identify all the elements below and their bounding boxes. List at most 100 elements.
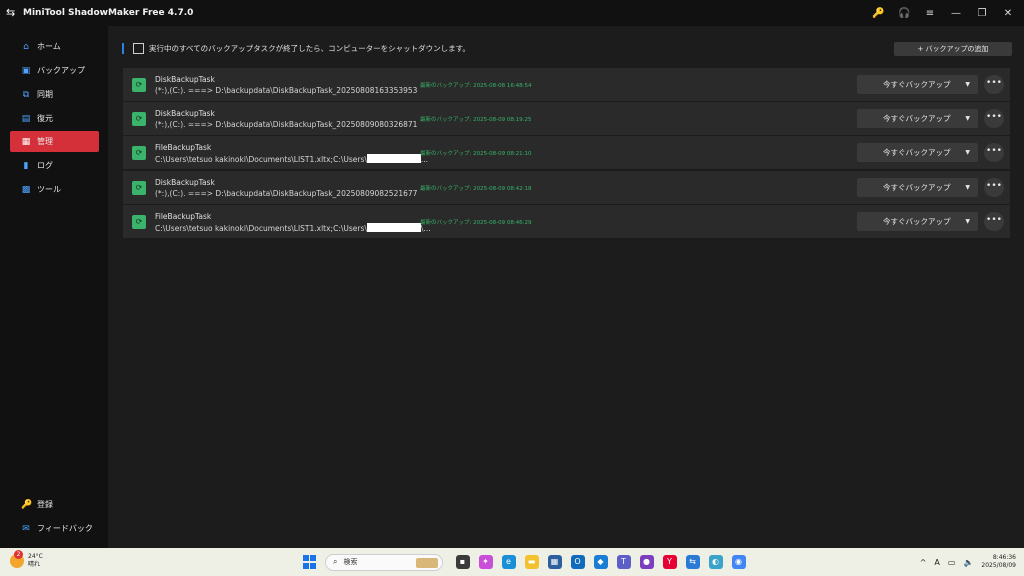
sync-icon: ⧉ [22,89,30,100]
store-icon[interactable]: ▦ [547,555,562,569]
more-options-button[interactable]: ••• [984,143,1004,163]
sidebar-item-register[interactable]: 🔑 登録 [10,494,99,515]
volume-icon[interactable]: 🔈 [963,558,973,567]
file-explorer-icon[interactable]: ▬ [524,555,539,569]
dropdown-arrow-icon[interactable]: ▼ [965,178,970,197]
backup-icon: ▣ [21,65,31,76]
backup-now-label: 今すぐバックアップ [883,114,951,124]
more-options-button[interactable]: ••• [984,177,1004,197]
sidebar-item-sync[interactable]: ⧉ 同期 [10,84,99,105]
start-button-icon[interactable] [303,555,317,569]
weather-text: 24°C 晴れ [28,553,43,569]
clock[interactable]: 8:46:36 2025/08/09 [981,554,1016,570]
backup-now-button[interactable]: 今すぐバックアップ ▼ [857,177,978,197]
people-icon[interactable]: ● [639,555,654,569]
task-row[interactable]: ⟳ DiskBackupTask (*:),(C:). ===> D:\back… [123,170,1010,204]
task-name: DiskBackupTask [155,109,215,119]
sidebar-item-feedback[interactable]: ✉ フィードバック [10,518,99,539]
backup-now-label: 今すぐバックアップ [883,80,951,89]
chrome-icon[interactable]: ◉ [731,555,746,569]
clock-date: 2025/08/09 [981,562,1016,569]
backup-now-button[interactable]: 今すぐバックアップ ▼ [857,143,978,163]
register-key-icon: 🔑 [21,499,33,510]
task-folder-icon: ⟳ [132,78,146,92]
key-icon[interactable]: 🔑 [872,8,884,19]
app-window: ⇆ MiniTool ShadowMaker Free 4.7.0 🔑 🎧 ≡ … [0,0,1024,548]
sidebar-item-label: ホーム [37,42,61,51]
restore-data-icon: ▤ [21,113,31,124]
minimize-icon[interactable]: — [950,8,962,19]
weather-condition: 晴れ [28,561,41,568]
clock-time: 8:46:36 [992,554,1016,561]
close-icon[interactable]: ✕ [1002,8,1014,19]
app-title: MiniTool ShadowMaker Free 4.7.0 [23,8,194,18]
task-path: (*:),(C:). ===> D:\backupdata\DiskBackup… [155,188,418,198]
sidebar-item-home[interactable]: ⌂ ホーム [10,36,99,57]
chevron-up-icon[interactable]: ^ [920,558,927,567]
task-last-backup: 最新のバックアップ: 2025-08-09 08:42:18 [420,185,532,192]
task-folder-icon: ⟳ [132,146,146,161]
sidebar-item-log[interactable]: ▮ ログ [10,155,99,176]
task-view-icon[interactable]: ▪ [455,555,470,569]
dropdown-arrow-icon[interactable]: ▼ [965,212,970,231]
backup-now-label: 今すぐバックアップ [883,148,951,158]
sidebar-item-label: フィードバック [37,524,93,533]
chat-icon[interactable]: ▭ [948,558,956,567]
teams-icon[interactable]: T [616,555,631,569]
backup-now-button[interactable]: 今すぐバックアップ ▼ [857,109,978,129]
task-folder-icon: ⟳ [132,214,146,229]
search-icon: ⌕ [333,557,338,566]
dropdown-arrow-icon[interactable]: ▼ [965,143,970,162]
dropdown-arrow-icon[interactable]: ▼ [965,75,970,94]
feedback-mail-icon: ✉ [22,523,30,534]
window-controls: 🔑 🎧 ≡ — ❐ ✕ [872,0,1014,26]
search-highlight-image [416,557,438,568]
task-row[interactable]: ⟳ FileBackupTask C:\Users\tetsuo kakinok… [123,136,1010,170]
temperature: 24°C [28,553,43,560]
task-name: FileBackupTask [155,143,212,153]
dropdown-arrow-icon[interactable]: ▼ [965,109,970,128]
shadowmaker-icon[interactable]: ⇆ [685,555,700,569]
task-name: FileBackupTask [155,211,212,221]
copilot-icon[interactable]: ✦ [478,555,493,569]
sidebar-item-tools[interactable]: ▩ ツール [10,179,99,200]
backup-now-button[interactable]: 今すぐバックアップ ▼ [857,211,978,231]
yahoo-icon[interactable]: Y [662,555,677,569]
task-path-wrap: C:\Users\tetsuo kakinoki\Documents\LIST1… [155,222,431,233]
weather-widget[interactable]: 2 24°C 晴れ [10,550,43,569]
app-icon[interactable]: ◐ [708,555,723,569]
more-options-button[interactable]: ••• [984,75,1004,94]
sidebar-item-label: 復元 [37,114,53,123]
task-row[interactable]: ⟳ DiskBackupTask (*:),(C:). ===> D:\back… [123,102,1010,136]
shutdown-checkbox[interactable] [133,43,144,54]
task-list: ⟳ DiskBackupTask (*:),(C:). ===> D:\back… [123,68,1010,239]
main-panel: 実行中のすべてのバックアップタスクが終了したら、コンピューターをシャットダウンし… [108,26,1024,548]
add-backup-button[interactable]: + バックアップの追加 [894,42,1012,56]
taskbar-apps: ⌕ 検索 ▪ ✦ e ▬ ▦ O ◆ T ● Y ⇆ ◐ ◉ [303,552,750,572]
sidebar-item-label: ツール [37,185,61,194]
system-tray: ^ A ▭ 🔈 8:46:36 2025/08/09 [920,552,1016,572]
more-options-button[interactable]: ••• [984,109,1004,129]
ime-indicator[interactable]: A [934,558,939,567]
headset-icon[interactable]: 🎧 [898,8,910,19]
sidebar-item-restore[interactable]: ▤ 復元 [10,108,99,129]
menu-icon[interactable]: ≡ [924,8,936,19]
task-row[interactable]: ⟳ DiskBackupTask (*:),(C:). ===> D:\back… [123,68,1010,101]
task-name: DiskBackupTask [155,75,215,84]
task-last-backup: 最新のバックアップ: 2025-08-09 08:21:10 [420,151,532,158]
more-options-button[interactable]: ••• [984,211,1004,231]
task-path: C:\Users\tetsuo kakinoki\Documents\LIST1… [155,155,367,165]
outlook-icon[interactable]: O [570,555,585,569]
sidebar-item-manage[interactable]: ▦ 管理 [10,131,99,152]
taskbar-search[interactable]: ⌕ 検索 [325,553,443,571]
task-folder-icon: ⟳ [132,180,146,195]
restore-icon[interactable]: ❐ [976,8,988,19]
task-last-backup: 最新のバックアップ: 2025-08-08 16:48:54 [420,83,532,89]
tools-icon: ▩ [21,184,31,195]
defender-icon[interactable]: ◆ [593,555,608,569]
task-row[interactable]: ⟳ FileBackupTask C:\Users\tetsuo kakinok… [123,204,1010,238]
redacted-block [366,154,421,164]
edge-icon[interactable]: e [501,555,516,569]
backup-now-button[interactable]: 今すぐバックアップ ▼ [857,75,978,94]
sidebar-item-backup[interactable]: ▣ バックアップ [10,60,99,81]
